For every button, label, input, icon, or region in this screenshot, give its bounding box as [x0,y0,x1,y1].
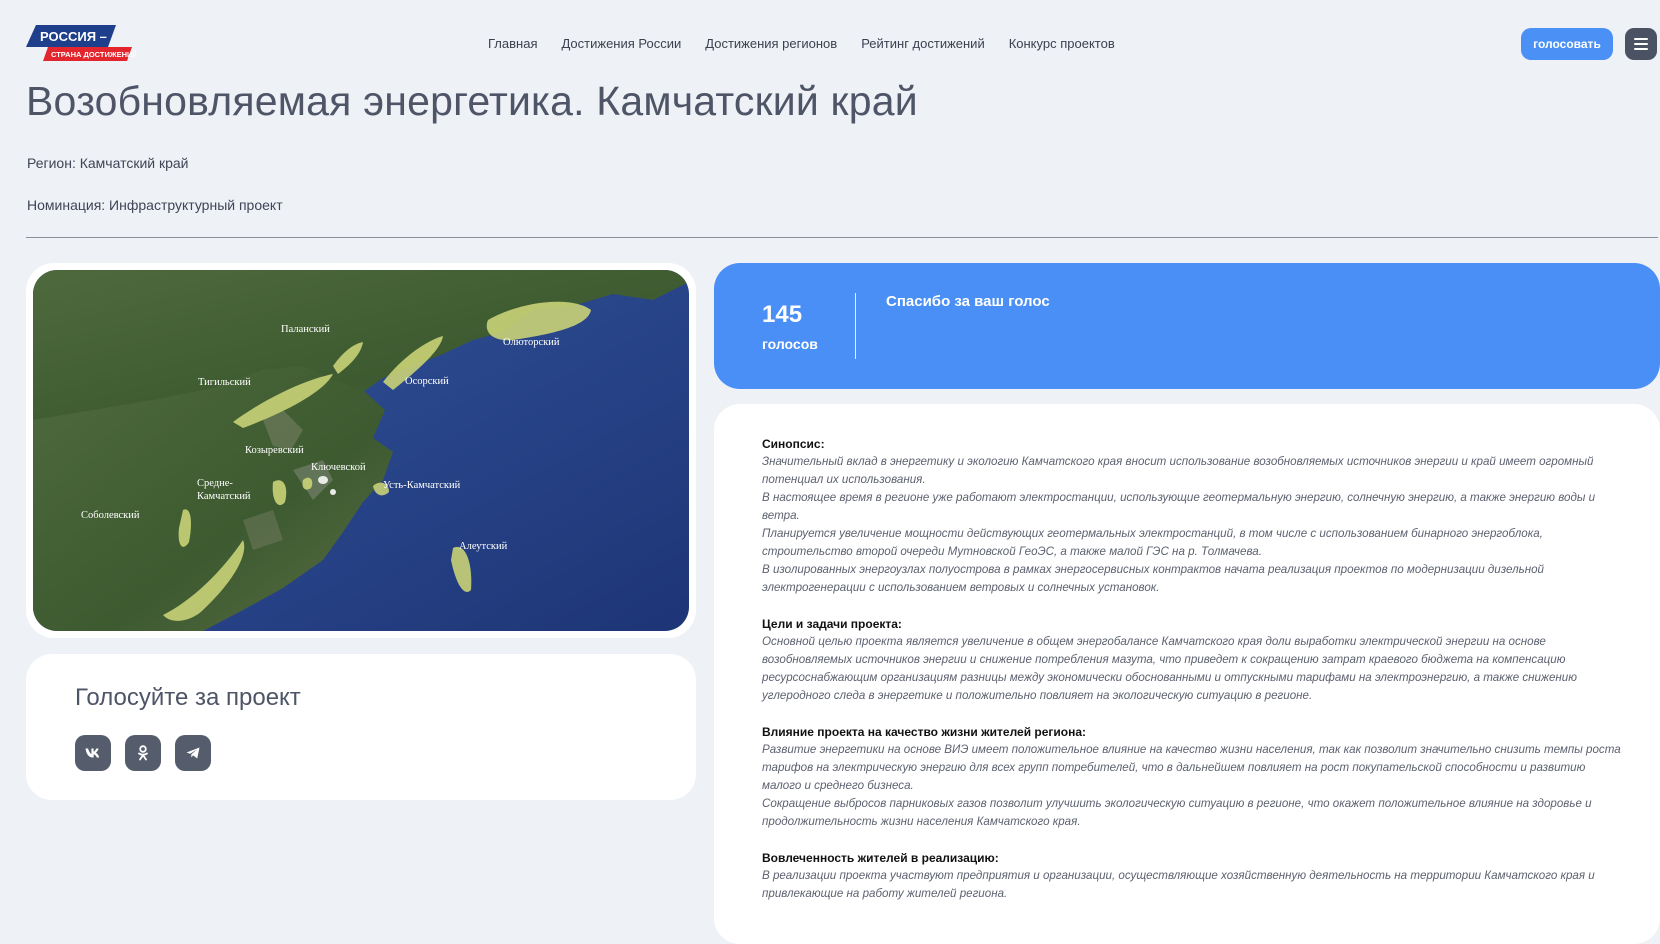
map-label: Средне- [197,478,233,489]
synopsis-text: Значительный вклад в энергетику и эколог… [762,455,1596,594]
region-label: Регион: Камчатский край [27,155,189,171]
map-card: Паланский Олюторский Тигильский Осорский… [26,263,696,638]
map-label: Паланский [281,324,330,335]
votes-count: 145 [762,301,803,328]
map-label: Козыревский [245,445,304,456]
involvement-title: Вовлеченность жителей в реализацию: [762,851,999,865]
site-logo[interactable]: РОССИЯ – СТРАНА ДОСТИЖЕНИЙ [26,25,138,65]
divider [26,237,1658,238]
odnoklassniki-icon [138,745,148,761]
synopsis-title: Синопсис: [762,437,825,451]
map-label: Ключевской [311,462,366,473]
odnoklassniki-button[interactable] [125,735,161,771]
svg-text:СТРАНА ДОСТИЖЕНИЙ: СТРАНА ДОСТИЖЕНИЙ [51,50,136,59]
map-label: Соболевский [81,510,140,521]
map-label: Олюторский [503,337,560,348]
nav-item-rating[interactable]: Рейтинг достижений [861,36,985,51]
vote-for-project-card: Голосуйте за проект [26,654,696,800]
telegram-icon [186,747,200,759]
nomination-label: Номинация: Инфраструктурный проект [27,197,283,213]
vk-button[interactable] [75,735,111,771]
votes-unit: голосов [762,336,818,352]
involvement-text: В реализации проекта участвуют предприят… [762,869,1595,900]
goals-text: Основной целью проекта является увеличен… [762,635,1577,702]
vote-button[interactable]: голосовать [1521,28,1613,60]
map-label: Камчатский [197,491,251,502]
map-label: Осорский [405,376,449,387]
votes-panel: 145 голосов Спасибо за ваш голос [714,263,1660,389]
vote-for-project-title: Голосуйте за проект [75,684,301,711]
impact-title: Влияние проекта на качество жизни жителе… [762,725,1087,739]
goals-title: Цели и задачи проекта: [762,617,902,631]
map-label: Алеутский [459,541,508,552]
main-nav: Главная Достижения России Достижения рег… [488,36,1115,51]
votes-separator [855,293,856,359]
nav-item-home[interactable]: Главная [488,36,537,51]
vk-icon [85,748,100,758]
impact-text: Развитие энергетики на основе ВИЭ имеет … [762,743,1621,828]
menu-button[interactable] [1625,28,1657,60]
telegram-button[interactable] [175,735,211,771]
svg-text:РОССИЯ –: РОССИЯ – [40,29,107,44]
hamburger-icon [1634,38,1648,50]
map-label: Усть-Камчатский [383,480,461,491]
project-map-image: Паланский Олюторский Тигильский Осорский… [33,270,689,631]
nav-item-region-achievements[interactable]: Достижения регионов [705,36,837,51]
vote-thanks-message: Спасибо за ваш голос [886,293,1050,310]
nav-item-russia-achievements[interactable]: Достижения России [561,36,681,51]
map-label: Тигильский [198,377,251,388]
project-description: Синопсис: Значительный вклад в энергетик… [762,435,1622,921]
project-description-card: Синопсис: Значительный вклад в энергетик… [714,404,1660,944]
nav-item-contest[interactable]: Конкурс проектов [1009,36,1115,51]
page-title: Возобновляемая энергетика. Камчатский кр… [26,78,918,124]
